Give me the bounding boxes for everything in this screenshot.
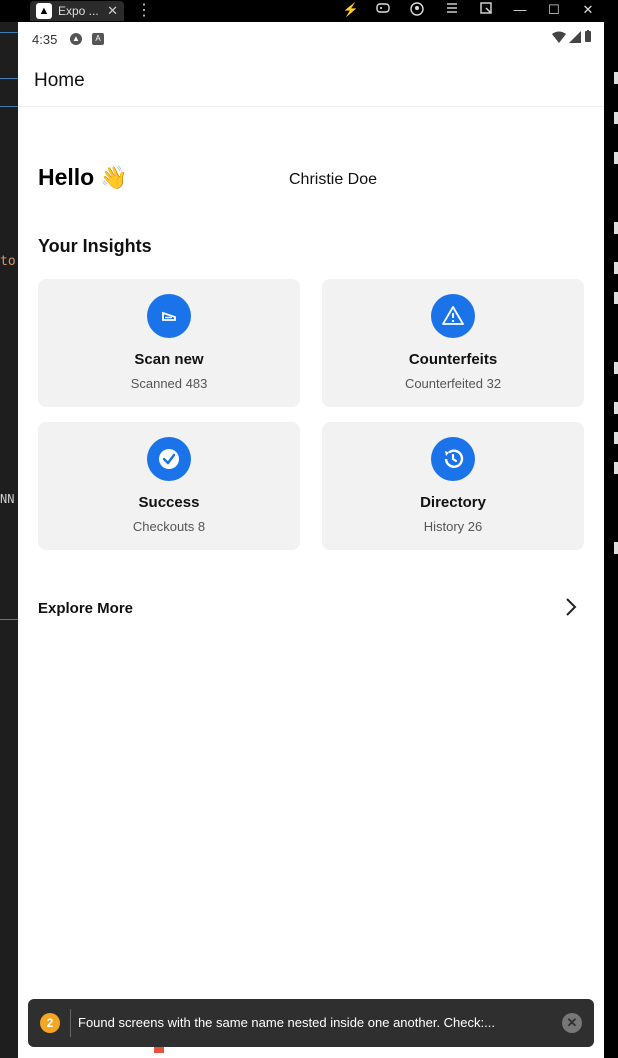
status-time: 4:35: [32, 32, 58, 47]
ide-divider: [0, 619, 18, 620]
resize-icon[interactable]: [477, 2, 495, 17]
ide-divider: [0, 106, 18, 107]
expo-icon: ▲: [70, 33, 82, 45]
greeting-text: Hello: [38, 164, 95, 190]
error-toast[interactable]: 2 Found screens with the same name neste…: [28, 999, 594, 1047]
lightning-icon[interactable]: ⚡: [342, 2, 360, 18]
bottom-nav-peek: [154, 1047, 164, 1053]
ide-background-right: [604, 22, 618, 1058]
emulator-tab[interactable]: ▲ Expo ... ✕: [30, 1, 124, 21]
chevron-right-icon[interactable]: [564, 596, 578, 618]
a-icon: A: [92, 33, 104, 45]
ide-background: to NN: [0, 22, 18, 1058]
card-title: Counterfeits: [408, 351, 498, 368]
insights-heading: Your Insights: [38, 236, 152, 256]
insight-card-scan-new[interactable]: Scan new Scanned 483: [38, 279, 300, 407]
card-title: Scan new: [134, 351, 204, 368]
history-icon: [431, 437, 475, 481]
card-subtitle: Counterfeited 32: [404, 376, 502, 391]
check-circle-icon: [147, 437, 191, 481]
gamepad-icon[interactable]: [374, 2, 392, 17]
status-bar: 4:35 ▲ A: [18, 22, 604, 56]
signal-icon: [569, 30, 581, 43]
wifi-icon: [552, 31, 566, 43]
tab-close-icon[interactable]: ✕: [107, 3, 118, 19]
more-menu-icon[interactable]: ⋮: [136, 1, 152, 21]
insight-card-counterfeits[interactable]: Counterfeits Counterfeited 32: [322, 279, 584, 407]
card-subtitle: Scanned 483: [130, 376, 208, 391]
app-header: Home: [18, 56, 604, 107]
ide-text: NN: [0, 492, 15, 506]
window-close-icon[interactable]: ✕: [579, 2, 597, 18]
emulator-tab-label: Expo ...: [58, 4, 99, 18]
expo-app-icon: ▲: [36, 3, 52, 19]
toast-close-icon[interactable]: ✕: [562, 1013, 582, 1033]
insight-card-success[interactable]: Success Checkouts 8: [38, 422, 300, 550]
toast-divider: [70, 1009, 71, 1037]
toast-count-badge: 2: [40, 1013, 60, 1033]
toast-message: Found screens with the same name nested …: [78, 1015, 495, 1030]
menu-lines-icon[interactable]: [443, 2, 461, 17]
waving-hand-icon: 👋: [100, 165, 128, 190]
card-subtitle: Checkouts 8: [132, 519, 206, 534]
minimize-icon[interactable]: —: [511, 2, 529, 17]
account-icon[interactable]: [408, 2, 426, 19]
card-subtitle: History 26: [423, 519, 483, 534]
battery-icon: [585, 30, 591, 42]
scanner-icon: [147, 294, 191, 338]
user-name: Christie Doe: [289, 171, 378, 188]
ide-text: to: [0, 254, 16, 269]
page-title: Home: [34, 70, 85, 91]
insight-card-directory[interactable]: Directory History 26: [322, 422, 584, 550]
maximize-icon[interactable]: ☐: [545, 2, 563, 18]
explore-more-link[interactable]: Explore More: [38, 600, 133, 617]
card-title: Directory: [420, 494, 486, 511]
card-title: Success: [138, 494, 200, 511]
warning-icon: [431, 294, 475, 338]
ide-divider: [0, 32, 18, 33]
ide-divider: [0, 78, 18, 79]
phone-screen: 4:35 ▲ A Home Hello 👋 Christie Doe Your …: [18, 22, 604, 1058]
emulator-title-bar: ▲ Expo ... ✕ ⋮ ⚡ — ☐ ✕: [0, 0, 618, 22]
